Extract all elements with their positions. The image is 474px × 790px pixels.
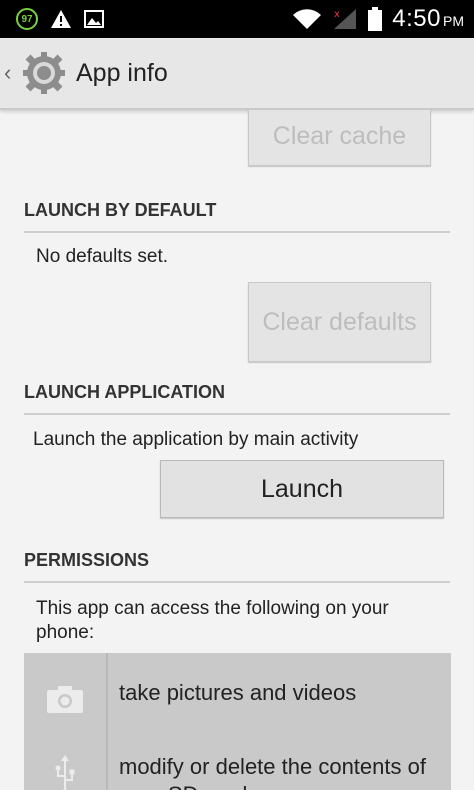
battery-level-badge: 97 — [16, 8, 38, 30]
permissions-list: take pictures and videos modify or delet… — [24, 653, 451, 790]
permission-label: modify or delete the contents of your SD… — [119, 754, 426, 790]
battery-icon — [368, 7, 383, 31]
status-bar: 97 x 4:50 PM — [0, 0, 474, 38]
clear-cache-button[interactable]: Clear cache — [248, 110, 431, 166]
launch-description-text: Launch the application by main activity — [33, 429, 359, 450]
svg-text:x: x — [334, 9, 340, 20]
settings-gear-icon[interactable] — [22, 51, 66, 95]
image-notification-icon — [84, 10, 104, 28]
camera-icon — [47, 686, 83, 713]
app-info-content[interactable]: Clear cache LAUNCH BY DEFAULT No default… — [0, 110, 474, 790]
clock-ampm: PM — [443, 13, 464, 29]
permissions-header: PERMISSIONS — [24, 550, 450, 583]
usb-icon — [55, 755, 75, 790]
clock: 4:50 PM — [392, 5, 464, 33]
launch-button[interactable]: Launch — [160, 460, 444, 518]
warning-icon — [51, 10, 71, 28]
permissions-description-text: This app can access the following on you… — [36, 598, 389, 643]
clock-time: 4:50 — [392, 5, 441, 32]
wifi-icon — [293, 9, 322, 30]
page-title: App info — [76, 58, 168, 87]
permission-item[interactable]: modify or delete the contents of your SD… — [24, 741, 451, 790]
cell-signal-icon: x — [334, 9, 357, 29]
launch-application-header: LAUNCH APPLICATION — [24, 382, 450, 415]
permission-item[interactable]: take pictures and videos — [24, 653, 451, 733]
permission-label: take pictures and videos — [119, 680, 357, 705]
clear-defaults-button[interactable]: Clear defaults — [248, 282, 431, 362]
no-defaults-text: No defaults set. — [36, 246, 169, 267]
launch-by-default-header: LAUNCH BY DEFAULT — [24, 200, 450, 233]
action-bar: ‹ App info — [0, 38, 474, 110]
up-navigation-icon[interactable]: ‹ — [0, 60, 20, 86]
